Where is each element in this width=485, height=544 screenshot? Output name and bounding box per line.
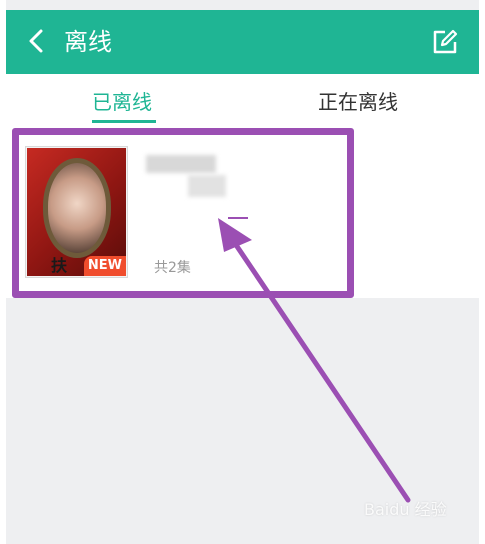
list-item[interactable]: 扶 NEW 共2集 [18,133,348,287]
tab-downloaded[interactable]: 已离线 [92,89,152,115]
poster-portrait [43,158,111,258]
back-button[interactable] [22,26,52,56]
tab-indicator [92,120,156,123]
episode-count: 共2集 [154,260,191,276]
tab-downloading[interactable]: 正在离线 [318,89,398,115]
video-thumbnail[interactable]: 扶 NEW [25,146,128,278]
video-title-blurred [146,155,216,173]
watermark: Baidu 经验 [364,500,447,519]
poster-image: 扶 NEW [27,148,126,276]
title-mark [228,217,248,219]
app-screen: 离线 已离线 正在离线 扶 NEW 共2集 [6,0,479,544]
new-badge: NEW [83,256,126,276]
tab-bar: 已离线 正在离线 [6,74,479,126]
edit-icon [433,29,458,54]
video-subtitle-blurred [188,175,226,197]
page-title: 离线 [64,28,112,56]
edit-button[interactable] [431,28,459,56]
top-bar: 离线 [6,10,479,74]
chevron-left-icon [29,29,43,53]
poster-title: 扶 [51,256,68,275]
